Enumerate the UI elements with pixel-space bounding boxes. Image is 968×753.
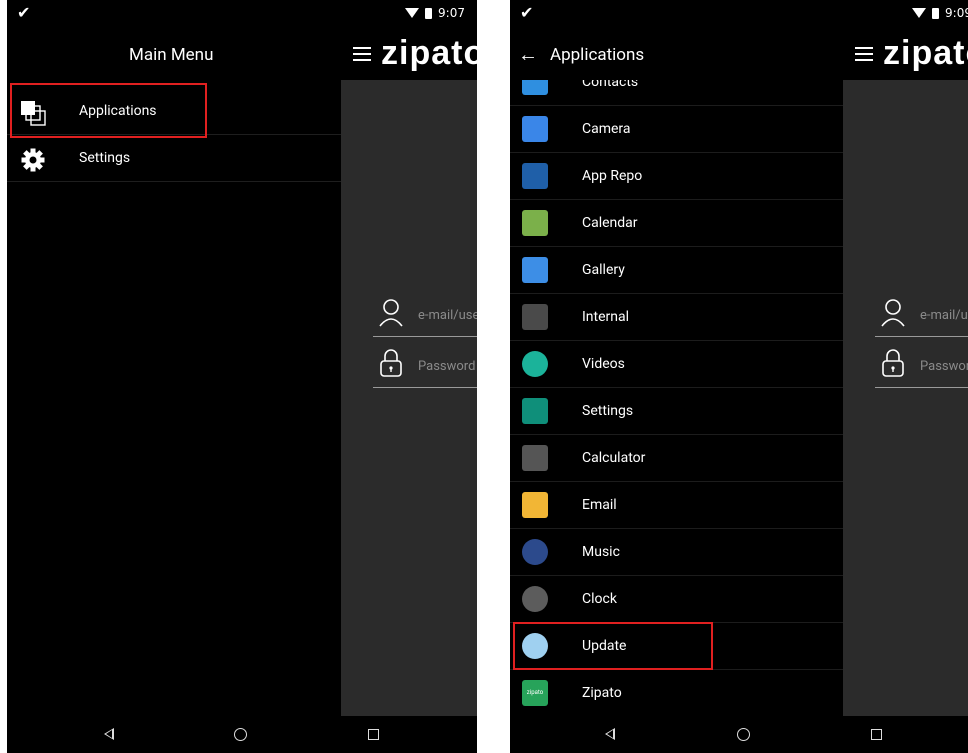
calendar-icon	[522, 210, 548, 236]
status-right: 9:07	[405, 6, 465, 20]
password-placeholder: Password	[418, 359, 476, 374]
app-item-music[interactable]: Music	[510, 529, 843, 576]
app-item-label: Internal	[582, 309, 630, 325]
home-icon[interactable]	[234, 728, 247, 741]
email-icon	[522, 492, 548, 518]
app-item-app-repo[interactable]: App Repo	[510, 153, 843, 200]
brand-logo: zipato	[381, 34, 477, 72]
app-item-label: Calendar	[582, 215, 638, 231]
wifi-icon	[405, 8, 420, 18]
app-item-label: Settings	[582, 403, 634, 419]
password-field[interactable]: Password	[373, 344, 477, 388]
highlight-box	[10, 83, 207, 138]
battery-icon	[425, 7, 433, 19]
app-item-email[interactable]: Email	[510, 482, 843, 529]
app-item-settings[interactable]: Settings	[510, 388, 843, 435]
app-item-internal[interactable]: Internal	[510, 294, 843, 341]
play-icon	[522, 351, 548, 377]
check-icon: ✔	[520, 3, 534, 22]
email-field[interactable]: e-mail/username	[373, 293, 477, 337]
highlight-box	[513, 622, 713, 670]
menu-item-label: Settings	[79, 150, 131, 166]
status-right: 9:09	[912, 6, 968, 20]
app-item-label: Zipato	[582, 685, 622, 701]
app-item-calendar[interactable]: Calendar	[510, 200, 843, 247]
recents-icon[interactable]	[368, 729, 379, 740]
status-bar: ✔ 9:09	[510, 0, 968, 28]
user-icon	[379, 299, 403, 327]
drawer-title: Main Menu	[129, 45, 214, 65]
back-arrow-icon[interactable]: ←	[518, 42, 538, 67]
menu-item-settings[interactable]: Settings	[7, 136, 341, 182]
status-time: 9:07	[438, 6, 465, 20]
hamburger-icon[interactable]	[353, 47, 371, 61]
gallery-icon	[522, 257, 548, 283]
app-header: zipato	[843, 28, 968, 80]
app-item-videos[interactable]: Videos	[510, 341, 843, 388]
app-item-label: Gallery	[582, 262, 625, 278]
back-icon[interactable]	[104, 728, 114, 740]
brand-logo: zipato	[883, 34, 968, 72]
right-screenshot: ✔ 9:09 zipato e-mail/username Password	[510, 0, 968, 753]
email-placeholder: e-mail/username	[418, 308, 477, 323]
user-icon	[881, 299, 905, 327]
password-placeholder: Password	[920, 359, 968, 374]
app-background: zipato e-mail/username Password	[843, 28, 968, 716]
lock-icon	[380, 349, 402, 377]
app-item-label: Music	[582, 544, 620, 560]
check-icon: ✔	[17, 3, 31, 22]
music-icon	[522, 539, 548, 565]
back-icon[interactable]	[605, 728, 615, 740]
app-repo-icon	[522, 163, 548, 189]
app-item-gallery[interactable]: Gallery	[510, 247, 843, 294]
app-item-clock[interactable]: Clock	[510, 576, 843, 623]
app-item-label: App Repo	[582, 168, 643, 184]
app-item-label: Videos	[582, 356, 625, 372]
hamburger-icon[interactable]	[855, 47, 873, 61]
camera-icon	[522, 116, 548, 142]
drawer-title: Applications	[550, 45, 645, 65]
app-item-label: Calculator	[582, 450, 646, 466]
password-field[interactable]: Password	[875, 344, 968, 388]
app-header: zipato	[341, 28, 477, 80]
app-list: Contacts Camera App Repo Calendar Gallery Int…	[510, 28, 843, 717]
drawer-header: Main Menu	[7, 28, 341, 80]
navigation-bar	[7, 716, 477, 753]
drawer-header: ← Applications	[510, 28, 843, 80]
gear-icon	[21, 148, 45, 172]
lock-icon	[882, 349, 904, 377]
app-background: zipato e-mail/username Password	[341, 28, 477, 716]
status-time: 9:09	[945, 6, 968, 20]
app-item-camera[interactable]: Camera	[510, 106, 843, 153]
app-item-label: Clock	[582, 591, 617, 607]
app-item-label: Camera	[582, 121, 631, 137]
navigation-bar	[510, 716, 968, 753]
gears-icon	[522, 304, 548, 330]
recents-icon[interactable]	[871, 729, 882, 740]
left-screenshot: ✔ 9:07 zipato e-mail/username Passwor	[7, 0, 477, 753]
app-item-zipato[interactable]: zipato Zipato	[510, 670, 843, 717]
email-field[interactable]: e-mail/username	[875, 293, 968, 337]
applications-drawer: ← Applications Contacts Camera App Repo Cal…	[510, 28, 843, 717]
app-item-calculator[interactable]: Calculator	[510, 435, 843, 482]
wifi-icon	[912, 8, 927, 18]
email-placeholder: e-mail/username	[920, 308, 968, 323]
home-icon[interactable]	[737, 728, 750, 741]
settings-icon	[522, 398, 548, 424]
zipato-icon: zipato	[522, 680, 548, 706]
clock-icon	[522, 586, 548, 612]
app-item-label: Email	[582, 497, 617, 513]
calculator-icon	[522, 445, 548, 471]
status-bar: ✔ 9:07	[7, 0, 477, 28]
battery-icon	[932, 7, 940, 19]
